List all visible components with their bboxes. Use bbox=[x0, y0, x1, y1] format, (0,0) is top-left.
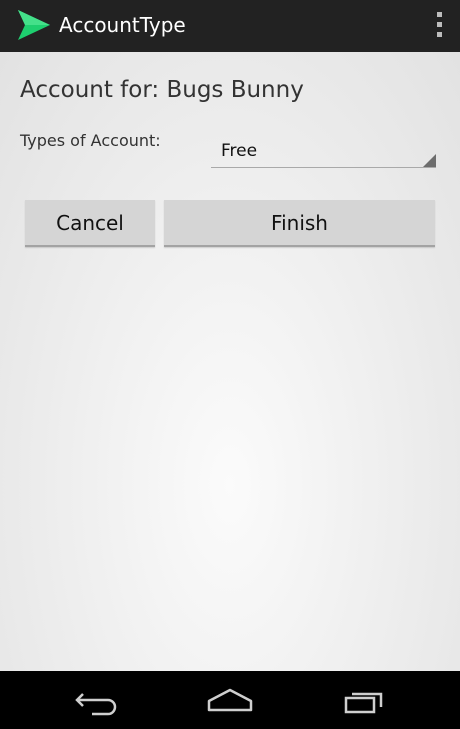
screen: AccountType Account for: Bugs Bunny Type… bbox=[0, 0, 460, 729]
finish-button[interactable]: Finish bbox=[164, 200, 435, 247]
dropdown-triangle-icon bbox=[423, 154, 436, 167]
recent-apps-button[interactable] bbox=[325, 679, 405, 721]
account-type-spinner[interactable]: Free bbox=[211, 136, 436, 168]
navigation-bar bbox=[0, 671, 460, 729]
back-button[interactable] bbox=[56, 679, 136, 721]
content-area: Account for: Bugs Bunny Types of Account… bbox=[0, 52, 460, 671]
app-title: AccountType bbox=[59, 13, 186, 37]
cancel-button[interactable]: Cancel bbox=[25, 200, 155, 247]
overflow-menu-button[interactable] bbox=[416, 0, 460, 52]
overflow-menu-icon-dot bbox=[437, 32, 442, 37]
overflow-menu-icon-dot bbox=[437, 22, 442, 27]
account-heading: Account for: Bugs Bunny bbox=[20, 77, 304, 103]
account-type-value: Free bbox=[221, 141, 258, 161]
overflow-menu-icon bbox=[437, 12, 442, 17]
home-button[interactable] bbox=[190, 679, 270, 721]
send-arrow-icon bbox=[16, 8, 52, 44]
types-of-account-label: Types of Account: bbox=[20, 131, 161, 150]
action-bar: AccountType bbox=[0, 0, 460, 52]
